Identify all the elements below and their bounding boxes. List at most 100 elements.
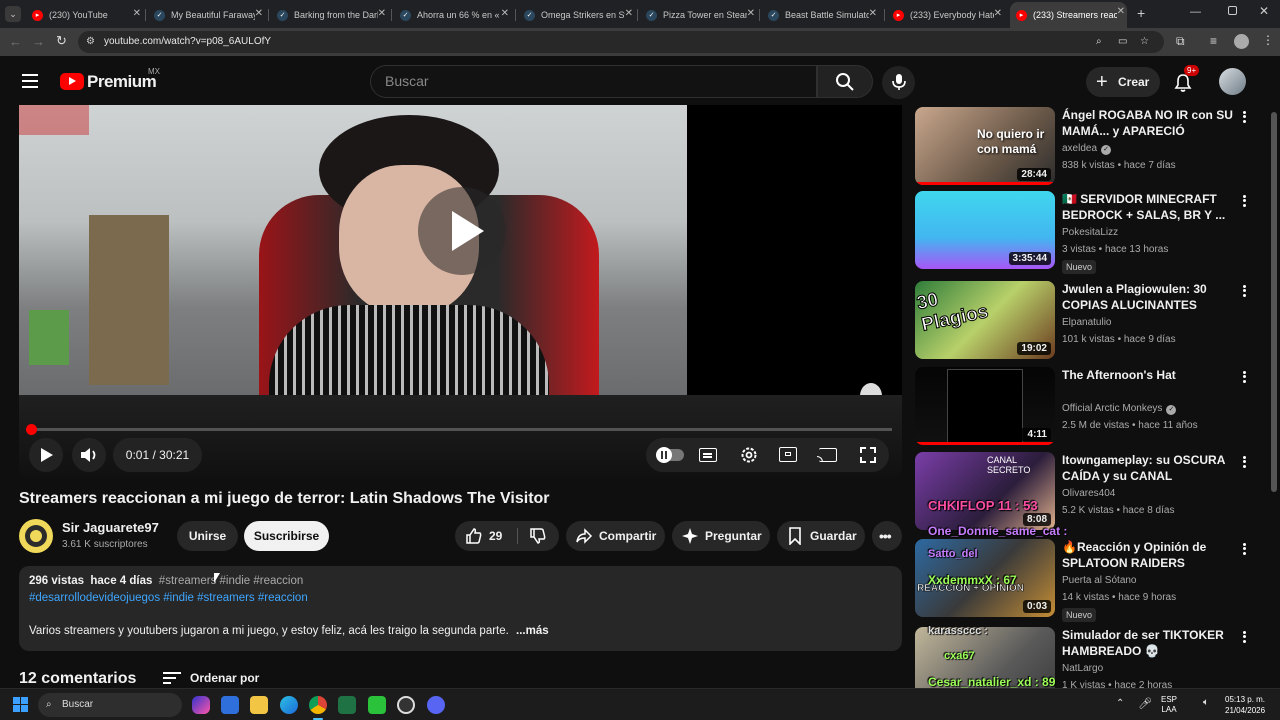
tab-close-icon[interactable]: ✕ bbox=[994, 8, 1002, 19]
speaker-icon[interactable]: 🔈︎ bbox=[1203, 697, 1209, 708]
tray-mic-icon[interactable]: 🎤︎ bbox=[1138, 697, 1152, 710]
subscribe-button[interactable]: Suscribirse bbox=[244, 521, 329, 551]
cast-page-icon[interactable]: ▭ bbox=[1118, 31, 1127, 53]
share-button[interactable]: Compartir bbox=[566, 521, 665, 551]
extensions-icon[interactable]: ⧉ bbox=[1176, 34, 1185, 49]
ask-button[interactable]: Preguntar bbox=[672, 521, 770, 551]
tab-close-icon[interactable]: ✕ bbox=[255, 8, 263, 19]
excel-icon[interactable] bbox=[338, 696, 356, 714]
restore-button[interactable] bbox=[1228, 6, 1237, 15]
more-vert-icon[interactable] bbox=[1240, 193, 1248, 209]
tab-close-icon[interactable]: ✕ bbox=[747, 8, 755, 19]
more-vert-icon[interactable] bbox=[1240, 283, 1248, 299]
sort-comments-button[interactable]: Ordenar por bbox=[163, 671, 259, 685]
recommended-channel[interactable]: axeldea ✓ bbox=[1062, 143, 1112, 155]
browser-tab[interactable]: ▸ (230) YouTube ✕ bbox=[26, 4, 143, 26]
chrome-icon[interactable] bbox=[309, 696, 327, 714]
browser-tab[interactable]: ✓ Barking from the Dark ✕ bbox=[271, 4, 388, 26]
tab-close-icon[interactable]: ✕ bbox=[501, 8, 509, 19]
browser-tab[interactable]: ✓ Ahorra un 66 % en «✕ bbox=[394, 4, 511, 26]
browser-menu-icon[interactable]: ⋮ bbox=[1262, 33, 1274, 47]
more-vert-icon[interactable] bbox=[1240, 541, 1248, 557]
miniplayer-icon[interactable] bbox=[779, 447, 797, 462]
sidebar-scrollbar[interactable] bbox=[1271, 112, 1277, 492]
tab-list-button[interactable]: ⌄ bbox=[5, 6, 21, 22]
video-thumbnail[interactable]: 30 Plagios 19:02 bbox=[915, 281, 1055, 359]
forward-icon[interactable]: → bbox=[32, 34, 45, 49]
edge-icon[interactable] bbox=[280, 696, 298, 714]
tab-close-icon[interactable]: ✕ bbox=[1117, 6, 1125, 17]
video-player[interactable]: 0:01 / 30:21 bbox=[19, 105, 902, 479]
video-thumbnail[interactable]: 3:35:44 bbox=[915, 191, 1055, 269]
center-play-button[interactable] bbox=[418, 187, 506, 275]
youtube-logo[interactable]: Premium MX bbox=[60, 67, 170, 92]
video-thumbnail[interactable]: CANAL SECRETO 8:08 bbox=[915, 452, 1055, 530]
tab-close-icon[interactable]: ✕ bbox=[133, 8, 141, 19]
browser-tab[interactable]: ▸ (233) Streamers reac ✕ bbox=[1010, 2, 1127, 28]
recommended-channel[interactable]: Official Arctic Monkeys ✓ bbox=[1062, 403, 1177, 415]
channel-avatar[interactable] bbox=[19, 519, 53, 553]
recommended-title[interactable]: The Afternoon's Hat bbox=[1062, 367, 1234, 383]
browser-tab[interactable]: ✓ Omega Strikers en St ✕ bbox=[518, 4, 635, 26]
more-vert-icon[interactable] bbox=[1240, 454, 1248, 470]
notifications-button[interactable]: 9+ bbox=[1174, 65, 1200, 93]
search-button[interactable] bbox=[817, 65, 873, 98]
profile-avatar-icon[interactable] bbox=[1234, 34, 1249, 49]
cast-icon[interactable] bbox=[817, 448, 837, 462]
recommended-video[interactable]: 3:35:44 🇲🇽 SERVIDOR MINECRAFT BEDROCK + S… bbox=[915, 191, 1255, 274]
bookmark-star-icon[interactable]: ☆ bbox=[1140, 31, 1149, 53]
taskbar-search[interactable]: ⌕ Buscar bbox=[38, 693, 182, 717]
minimize-button[interactable]: — bbox=[1190, 6, 1201, 18]
reload-icon[interactable]: ↻ bbox=[56, 33, 67, 49]
store-icon[interactable] bbox=[221, 696, 239, 714]
hashtag-line[interactable]: #desarrollodevideojuegos #indie #streame… bbox=[29, 592, 308, 604]
recommended-title[interactable]: 🔥Reacción y Opinión de SPLATOON RAIDERS … bbox=[1062, 539, 1234, 572]
file-explorer-icon[interactable] bbox=[250, 696, 268, 714]
settings-gear-icon[interactable] bbox=[739, 445, 759, 465]
voice-search-button[interactable] bbox=[882, 66, 915, 99]
recommended-title[interactable]: Jwulen a Plagiowulen: 30 COPIAS ALUCINAN… bbox=[1062, 281, 1234, 313]
video-thumbnail[interactable]: 4:11 bbox=[915, 367, 1055, 445]
recommended-channel[interactable]: Puerta al Sótano bbox=[1062, 575, 1137, 586]
recommended-channel[interactable]: NatLargo bbox=[1062, 663, 1103, 674]
github-icon[interactable] bbox=[397, 696, 415, 714]
new-tab-button[interactable]: + bbox=[1137, 5, 1151, 21]
play-button[interactable] bbox=[29, 438, 63, 472]
autoplay-toggle[interactable] bbox=[656, 447, 684, 463]
site-info-icon[interactable]: ⚙ bbox=[86, 31, 95, 53]
browser-tab[interactable]: ✓ My Beautiful Faraway ✕ bbox=[148, 4, 265, 26]
more-actions-button[interactable]: ••• bbox=[872, 521, 902, 551]
recommended-title[interactable]: 🇲🇽 SERVIDOR MINECRAFT BEDROCK + SALAS, B… bbox=[1062, 191, 1234, 223]
recommended-video[interactable]: 30 Plagios 19:02 Jwulen a Plagiowulen: 30 … bbox=[915, 281, 1255, 361]
discord-icon[interactable] bbox=[427, 696, 445, 714]
copilot-icon[interactable] bbox=[192, 696, 210, 714]
tray-chevron-icon[interactable]: ⌃ bbox=[1116, 698, 1124, 709]
recommended-title[interactable]: Simulador de ser TIKTOKER HAMBREADO 💀 bbox=[1062, 627, 1234, 659]
game-maker-icon[interactable] bbox=[368, 696, 386, 714]
channel-name[interactable]: Sir Jaguarete97 bbox=[62, 520, 159, 535]
browser-tab[interactable]: ✓ Pizza Tower en Steam ✕ bbox=[640, 4, 757, 26]
tab-close-icon[interactable]: ✕ bbox=[869, 8, 877, 19]
recommended-channel[interactable]: Elpanatulio bbox=[1062, 317, 1111, 328]
more-vert-icon[interactable] bbox=[1240, 109, 1248, 125]
recommended-channel[interactable]: PokesitaLizz bbox=[1062, 227, 1118, 238]
recommended-video[interactable]: CANAL SECRETO 8:08 Itowngameplay: su OSCUR… bbox=[915, 452, 1255, 532]
back-icon[interactable]: ← bbox=[9, 34, 22, 49]
video-frame[interactable] bbox=[19, 105, 687, 395]
save-button[interactable]: Guardar bbox=[777, 521, 865, 551]
recommended-video[interactable]: No quiero ir con mamá 28:44 Ángel ROGABA N… bbox=[915, 107, 1255, 187]
description-box[interactable]: 296 vistas hace 4 días #streamers #indie… bbox=[19, 566, 902, 651]
recommended-title[interactable]: Itowngameplay: su OSCURA CAÍDA y su CANA… bbox=[1062, 452, 1234, 485]
zoom-icon[interactable]: ⌕ bbox=[1096, 31, 1102, 53]
recommended-channel[interactable]: Olivares404 bbox=[1062, 488, 1115, 499]
browser-tab[interactable]: ▸ (233) Everybody Hate ✕ bbox=[887, 4, 1004, 26]
recommended-video[interactable]: 4:11 The Afternoon's Hat Official Arctic M… bbox=[915, 367, 1255, 447]
like-button[interactable]: 29 bbox=[455, 521, 517, 551]
create-button[interactable]: + Crear bbox=[1086, 67, 1160, 97]
more-vert-icon[interactable] bbox=[1240, 629, 1248, 645]
url-field[interactable]: ⚙ youtube.com/watch?v=p08_6AULOfY ⌕ ▭ ☆ bbox=[78, 31, 1164, 53]
subtitles-icon[interactable] bbox=[699, 448, 717, 462]
close-window-button[interactable]: ✕ bbox=[1259, 4, 1269, 18]
search-input[interactable]: Buscar bbox=[370, 65, 817, 98]
fullscreen-icon[interactable] bbox=[859, 446, 877, 464]
